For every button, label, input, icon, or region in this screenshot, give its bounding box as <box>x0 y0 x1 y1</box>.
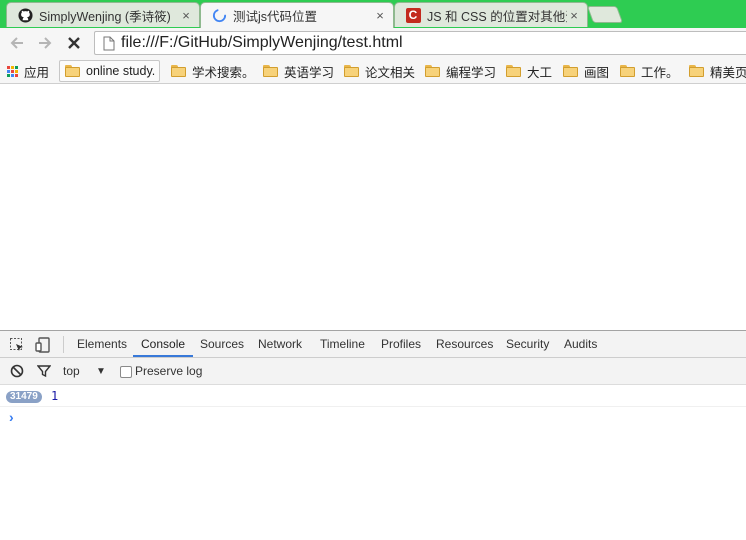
devtools-panel: Elements Console Sources Network Timelin… <box>0 330 746 540</box>
console-message-text: 1 <box>51 389 59 403</box>
repeat-count-badge: 31479 <box>6 391 42 403</box>
bookmark-label: 论文相关 <box>365 65 416 80</box>
tab-timeline[interactable]: Timeline <box>320 331 365 357</box>
close-icon[interactable]: × <box>373 8 387 23</box>
tab-title: JS 和 CSS 的位置对其他资 <box>427 9 567 24</box>
page-viewport <box>0 84 746 330</box>
tab-audits[interactable]: Audits <box>564 331 597 357</box>
back-button[interactable] <box>5 31 29 55</box>
bookmarks-bar: 应用 online study. 学术搜索。 英语学习 论文相关 编程学习 大工… <box>0 58 746 84</box>
folder-icon <box>425 65 440 77</box>
bookmark-folder[interactable]: 大工 <box>506 60 552 82</box>
browser-tab-github[interactable]: SimplyWenjing (季诗筱) × <box>6 2 200 27</box>
github-icon <box>17 7 33 23</box>
stop-x-icon <box>68 37 80 49</box>
toolbar-divider <box>63 336 64 353</box>
bookmark-label: 画图 <box>584 65 610 80</box>
bookmark-folder[interactable]: 学术搜索。 <box>171 60 255 82</box>
folder-icon <box>620 65 635 77</box>
loading-spinner-icon <box>211 8 227 24</box>
bookmark-label: 大工 <box>527 65 553 80</box>
context-selector[interactable]: top <box>63 358 80 385</box>
console-toolbar: top ▼ Preserve log <box>0 358 746 385</box>
new-tab-button[interactable] <box>586 6 624 23</box>
tab-profiles[interactable]: Profiles <box>381 331 421 357</box>
tab-title: SimplyWenjing (季诗筱) <box>39 9 171 24</box>
device-mode-icon[interactable] <box>34 336 52 354</box>
folder-icon <box>171 65 186 77</box>
tab-console[interactable]: Console <box>133 331 194 357</box>
bookmark-label: 精美页 <box>710 65 746 80</box>
tab-elements[interactable]: Elements <box>77 331 127 357</box>
console-message: 31479 1 <box>0 386 746 407</box>
bookmark-folder[interactable]: 英语学习 <box>263 60 334 82</box>
bookmark-folder[interactable]: 编程学习 <box>425 60 496 82</box>
browser-tab-csdn[interactable]: C JS 和 CSS 的位置对其他资 × <box>394 2 588 27</box>
close-icon[interactable]: × <box>567 8 581 23</box>
bookmark-folder[interactable]: 精美页 <box>689 60 746 82</box>
tab-sources[interactable]: Sources <box>200 331 244 357</box>
stop-button[interactable] <box>62 31 86 55</box>
browser-tab-active[interactable]: 测试js代码位置 × <box>200 2 394 28</box>
preserve-log-label[interactable]: Preserve log <box>135 358 202 385</box>
bookmark-folder[interactable]: online study. <box>59 60 161 82</box>
devtools-tab-bar: Elements Console Sources Network Timelin… <box>0 331 746 358</box>
preserve-log-checkbox[interactable] <box>120 366 132 378</box>
bookmark-folder[interactable]: 论文相关 <box>344 60 415 82</box>
tab-resources[interactable]: Resources <box>436 331 493 357</box>
bookmark-apps[interactable]: 应用 <box>7 60 49 82</box>
tab-title: 测试js代码位置 <box>233 10 318 24</box>
forward-arrow-icon <box>39 37 52 49</box>
bookmark-label: 英语学习 <box>284 65 335 80</box>
inspect-element-icon[interactable] <box>8 336 26 354</box>
bookmark-label: 编程学习 <box>446 65 497 80</box>
close-icon[interactable]: × <box>179 8 193 23</box>
folder-icon <box>506 65 521 77</box>
bookmark-folder[interactable]: 工作。 <box>620 60 679 82</box>
bookmark-label: 工作。 <box>641 65 679 80</box>
page-icon <box>99 36 119 51</box>
forward-button[interactable] <box>33 31 57 55</box>
back-arrow-icon <box>10 37 23 49</box>
csdn-icon: C <box>405 7 421 23</box>
folder-icon <box>344 65 359 77</box>
bookmark-label: 应用 <box>24 65 50 80</box>
clear-console-icon[interactable] <box>8 362 26 380</box>
bookmark-label: online study. <box>86 64 156 78</box>
url-text: file:///F:/GitHub/SimplyWenjing/test.htm… <box>121 34 403 51</box>
tab-security[interactable]: Security <box>506 331 549 357</box>
filter-icon[interactable] <box>35 362 53 380</box>
chevron-down-icon[interactable]: ▼ <box>96 358 106 385</box>
address-bar[interactable]: file:///F:/GitHub/SimplyWenjing/test.htm… <box>94 31 746 55</box>
console-prompt[interactable]: › <box>9 409 14 425</box>
csdn-icon-letter: C <box>405 7 421 23</box>
tab-strip: SimplyWenjing (季诗筱) × 测试js代码位置 × C JS 和 … <box>0 0 746 28</box>
folder-icon <box>689 65 704 77</box>
apps-grid-icon <box>7 65 18 77</box>
bookmark-label: 学术搜索。 <box>192 65 255 80</box>
folder-icon <box>65 65 80 77</box>
bookmark-folder[interactable]: 画图 <box>563 60 609 82</box>
tab-network[interactable]: Network <box>258 331 302 357</box>
folder-icon <box>563 65 578 77</box>
folder-icon <box>263 65 278 77</box>
